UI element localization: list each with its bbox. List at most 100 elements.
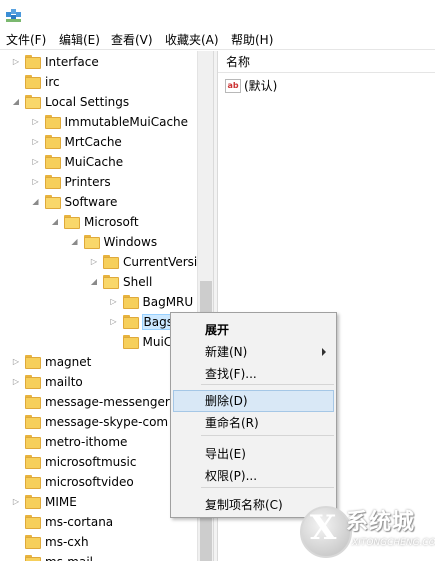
tree-item-label: microsoftmusic (45, 455, 137, 469)
folder-icon (25, 555, 41, 561)
regedit-app-icon[interactable] (5, 7, 23, 23)
menu-item-label: 复制项名称(C) (205, 498, 283, 512)
expand-arrow-icon[interactable]: ▷ (32, 138, 40, 146)
context-menu: 展开新建(N) 查找(F)... 删除(D) 重命名(R) 导出(E) 权限(P)... 复… (170, 312, 337, 518)
tree-item-label: Windows (103, 235, 158, 249)
tree-item-message-messenger[interactable]: message-messenger (0, 392, 197, 412)
menu-separator (201, 487, 334, 488)
tree-item-label: MuiC (142, 335, 173, 349)
expand-arrow-icon[interactable]: ▷ (32, 178, 40, 186)
expand-arrow-icon[interactable]: ▷ (110, 318, 118, 326)
menu-item-label: 重命名(R) (205, 416, 259, 430)
menu-bar: 文件(F) 编辑(E) 查看(V) 收藏夹(A) 帮助(H) (0, 30, 435, 50)
expand-arrow-icon[interactable]: ▷ (12, 378, 20, 386)
menu-file[interactable]: 文件(F) (5, 32, 47, 48)
expand-arrow-icon[interactable]: ▷ (12, 358, 20, 366)
folder-icon (83, 235, 100, 249)
folder-icon (25, 95, 41, 109)
tree-item-label: Interface (45, 55, 99, 69)
menu-item-delete[interactable]: 删除(D) (173, 390, 334, 412)
tree-item-ms-cxh[interactable]: ms-cxh (0, 532, 197, 552)
expand-arrow-icon[interactable]: ▷ (110, 298, 118, 306)
watermark-url: XITONGCHENG.COM (352, 538, 435, 548)
tree-item-label: metro-ithome (45, 435, 128, 449)
tree-item-label: MIME (45, 495, 77, 509)
tree-item-label: ms-cortana (45, 515, 114, 529)
folder-icon (44, 195, 61, 209)
collapse-arrow-icon[interactable]: ◢ (32, 198, 40, 206)
menu-item-label: 展开 (205, 323, 230, 337)
tree-item-label: ImmutableMuiCache (64, 115, 189, 129)
tree-item-magnet[interactable]: ▷ magnet (0, 352, 197, 372)
tree-item-microsoftmusic[interactable]: microsoftmusic (0, 452, 197, 472)
tree-item-microsoftvideo[interactable]: microsoftvideo (0, 472, 197, 492)
menu-item-expand[interactable]: 展开 (173, 319, 334, 341)
folder-icon (25, 355, 41, 369)
menu-item-new[interactable]: 新建(N) (173, 341, 334, 363)
collapse-arrow-icon[interactable]: ◢ (12, 98, 20, 106)
folder-icon (44, 175, 61, 189)
expand-arrow-icon[interactable]: ▷ (32, 118, 40, 126)
tree-item-currentversio[interactable]: ▷ CurrentVersio (0, 252, 205, 272)
tree-item-ms-cortana[interactable]: ms-cortana (0, 512, 197, 532)
menu-item-find[interactable]: 查找(F)... (173, 363, 334, 385)
tree-item-windows[interactable]: ◢ Windows (0, 232, 197, 252)
watermark-text: 系统城 (346, 510, 416, 535)
menu-help[interactable]: 帮助(H) (230, 32, 274, 48)
tree-item-mailto[interactable]: ▷ mailto (0, 372, 197, 392)
tree-item-mime[interactable]: ▷ MIME (0, 492, 197, 512)
collapse-arrow-icon[interactable]: ◢ (90, 278, 98, 286)
tree-item-local-settings[interactable]: ◢ Local Settings (0, 92, 197, 112)
tree-item-label: BagMRU (142, 295, 194, 309)
tree-item-metro-ithome[interactable]: metro-ithome (0, 432, 197, 452)
folder-icon (25, 475, 41, 489)
menu-favorites[interactable]: 收藏夹(A) (164, 32, 220, 48)
tree-item-ms-mail[interactable]: ms-mail (0, 552, 197, 561)
expand-arrow-icon[interactable]: ▷ (32, 158, 40, 166)
value-row[interactable]: ab (默认) (218, 77, 435, 95)
folder-icon (25, 495, 41, 509)
menu-item-label: 权限(P)... (205, 469, 258, 483)
folder-icon (25, 375, 41, 389)
tree-item-label: mailto (45, 375, 83, 389)
tree-item-bags[interactable]: ▷ Bags (0, 312, 197, 332)
tree-item-shell[interactable]: ◢ Shell (0, 272, 197, 292)
watermark-logo: X 系统城 XITONGCHENG.COM (300, 502, 435, 561)
tree-item-message-skype-com[interactable]: message-skype-com (0, 412, 197, 432)
tree-item-label: CurrentVersio (123, 255, 205, 269)
tree-item-label: MrtCache (64, 135, 122, 149)
tree-item-immutablemuicache[interactable]: ▷ ImmutableMuiCache (0, 112, 197, 132)
tree-item-software[interactable]: ◢ Software (0, 192, 197, 212)
expand-arrow-icon[interactable]: ▷ (90, 258, 98, 266)
folder-icon (64, 215, 80, 229)
expand-arrow-icon[interactable]: ▷ (12, 58, 20, 66)
tree-item-mrtcache[interactable]: ▷ MrtCache (0, 132, 197, 152)
folder-icon (25, 415, 41, 429)
tree-item-muic[interactable]: MuiC (0, 332, 197, 352)
menu-item-permissions[interactable]: 权限(P)... (173, 465, 334, 487)
menu-edit[interactable]: 编辑(E) (58, 32, 101, 48)
column-header-name[interactable]: 名称 (218, 51, 435, 73)
menu-item-export[interactable]: 导出(E) (173, 443, 334, 465)
menu-view[interactable]: 查看(V) (110, 32, 154, 48)
folder-icon (25, 55, 41, 69)
folder-icon (122, 335, 139, 349)
tree-item-interface[interactable]: ▷ Interface (0, 52, 197, 72)
watermark-x-icon: X (310, 508, 337, 548)
tree-item-microsoft[interactable]: ◢ Microsoft (0, 212, 197, 232)
folder-icon (103, 275, 119, 289)
menu-item-rename[interactable]: 重命名(R) (173, 412, 334, 434)
collapse-arrow-icon[interactable]: ◢ (71, 238, 79, 246)
tree-item-printers[interactable]: ▷ Printers (0, 172, 197, 192)
column-header-label: 名称 (226, 55, 251, 69)
tree-item-muicache[interactable]: ▷ MuiCache (0, 152, 197, 172)
expand-arrow-icon[interactable]: ▷ (12, 498, 20, 506)
tree-item-label: microsoftvideo (45, 475, 134, 489)
collapse-arrow-icon[interactable]: ◢ (51, 218, 59, 226)
tree-item-label: Shell (123, 275, 153, 289)
tree-item-label: ms-mail (44, 554, 94, 561)
tree-item-irc[interactable]: irc (0, 72, 197, 92)
tree-item-label: Printers (64, 175, 111, 189)
tree-item-bagmru[interactable]: ▷ BagMRU (0, 292, 197, 312)
folder-icon (25, 455, 41, 469)
